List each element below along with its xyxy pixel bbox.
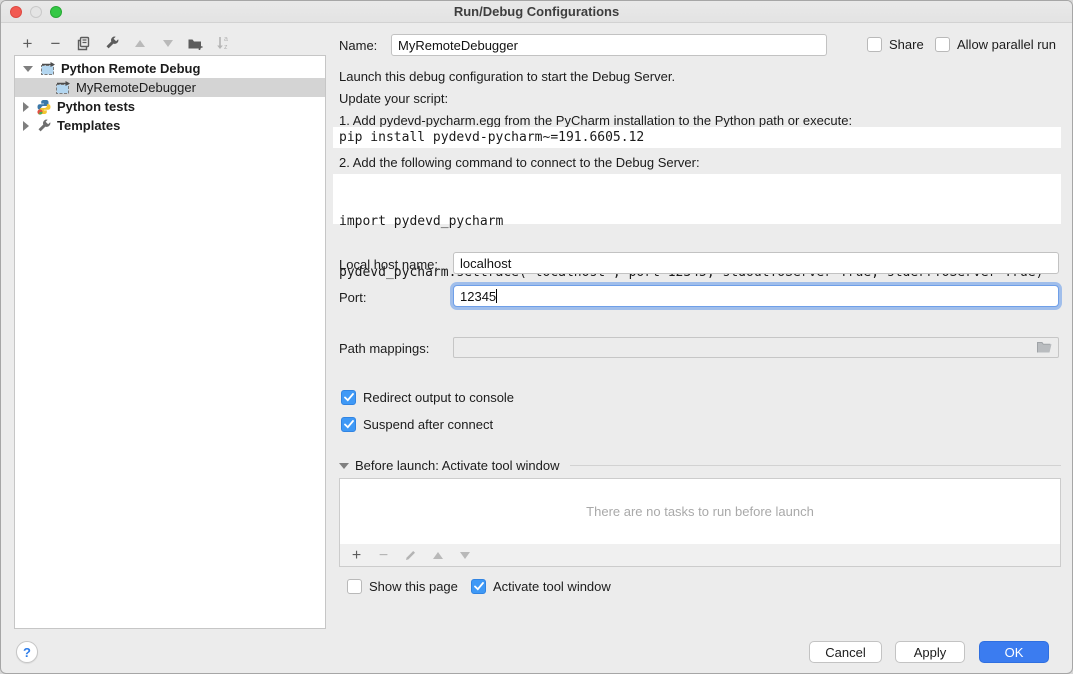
port-label: Port:	[339, 290, 366, 305]
sort-alphabetically-icon[interactable]: az	[215, 35, 232, 52]
suspend-after-connect-label: Suspend after connect	[363, 417, 493, 432]
text-cursor	[496, 289, 497, 303]
create-folder-icon[interactable]	[187, 35, 204, 52]
edit-templates-wrench-icon[interactable]	[103, 35, 120, 52]
show-this-page-label: Show this page	[369, 579, 458, 594]
no-tasks-placeholder: There are no tasks to run before launch	[586, 504, 814, 519]
checkbox-box[interactable]	[935, 37, 950, 52]
python-tests-icon	[36, 99, 52, 115]
zoom-window-button[interactable]	[50, 6, 62, 18]
chevron-collapsed-icon[interactable]	[23, 102, 29, 112]
tree-item-label: Python tests	[57, 99, 135, 114]
settrace-code-block: import pydevd_pycharm pydevd_pycharm.set…	[333, 174, 1061, 224]
instruction-step-1: 1. Add pydevd-pycharm.egg from the PyCha…	[339, 113, 852, 128]
activate-tool-window-checkbox[interactable]: Activate tool window	[471, 579, 611, 594]
run-config-icon	[55, 80, 71, 96]
instruction-line-1: Launch this debug configuration to start…	[339, 69, 675, 84]
instruction-step-2: 2. Add the following command to connect …	[339, 155, 700, 170]
checkbox-box[interactable]	[867, 37, 882, 52]
configurations-toolbar: + − az	[19, 32, 232, 54]
move-task-up-icon[interactable]	[429, 547, 446, 564]
run-debug-configurations-dialog: Run/Debug Configurations + − az Python R…	[0, 0, 1073, 674]
configurations-tree: Python Remote Debug MyRemoteDebugger Pyt…	[14, 55, 326, 629]
wrench-icon	[36, 118, 52, 134]
chevron-expanded-icon[interactable]	[339, 463, 349, 469]
allow-parallel-run-checkbox[interactable]: Allow parallel run	[935, 37, 1056, 52]
checkbox-box[interactable]	[341, 390, 356, 405]
port-input[interactable]	[453, 285, 1059, 307]
checkbox-box[interactable]	[471, 579, 486, 594]
section-divider	[570, 465, 1061, 466]
remove-icon[interactable]: −	[47, 35, 64, 52]
help-button[interactable]: ?	[16, 641, 38, 663]
svg-text:z: z	[224, 44, 228, 51]
redirect-output-label: Redirect output to console	[363, 390, 514, 405]
window-title: Run/Debug Configurations	[454, 4, 619, 19]
allow-parallel-run-label: Allow parallel run	[957, 37, 1056, 52]
add-task-icon[interactable]: +	[348, 547, 365, 564]
path-mappings-label: Path mappings:	[339, 341, 429, 356]
tree-item-templates[interactable]: Templates	[15, 116, 325, 135]
close-window-button[interactable]	[10, 6, 22, 18]
move-down-icon[interactable]	[159, 35, 176, 52]
name-input[interactable]	[391, 34, 827, 56]
tree-item-python-tests[interactable]: Python tests	[15, 97, 325, 116]
chevron-expanded-icon[interactable]	[23, 66, 33, 72]
before-launch-section-header[interactable]: Before launch: Activate tool window	[339, 458, 1061, 473]
local-host-name-input[interactable]	[453, 252, 1059, 274]
title-bar: Run/Debug Configurations	[1, 1, 1072, 23]
activate-tool-window-label: Activate tool window	[493, 579, 611, 594]
chevron-collapsed-icon[interactable]	[23, 121, 29, 131]
move-up-icon[interactable]	[131, 35, 148, 52]
redirect-output-checkbox[interactable]: Redirect output to console	[341, 390, 514, 405]
apply-button[interactable]: Apply	[895, 641, 965, 663]
ok-button[interactable]: OK	[979, 641, 1049, 663]
before-launch-tasks-list[interactable]: There are no tasks to run before launch	[339, 478, 1061, 545]
tree-item-label: MyRemoteDebugger	[76, 80, 196, 95]
minimize-window-button[interactable]	[30, 6, 42, 18]
run-config-icon	[40, 61, 56, 77]
checkbox-box[interactable]	[347, 579, 362, 594]
before-launch-title: Before launch: Activate tool window	[355, 458, 560, 473]
tree-item-label: Templates	[57, 118, 120, 133]
name-label: Name:	[339, 38, 377, 53]
checkbox-box[interactable]	[341, 417, 356, 432]
suspend-after-connect-checkbox[interactable]: Suspend after connect	[341, 417, 493, 432]
share-checkbox[interactable]: Share	[867, 37, 924, 52]
browse-folder-icon[interactable]	[1036, 340, 1053, 357]
show-this-page-checkbox[interactable]: Show this page	[347, 579, 458, 594]
share-label: Share	[889, 37, 924, 52]
tree-item-myremotedebugger[interactable]: MyRemoteDebugger	[15, 78, 325, 97]
cancel-button[interactable]: Cancel	[809, 641, 882, 663]
tree-item-label: Python Remote Debug	[61, 61, 200, 76]
edit-task-pencil-icon[interactable]	[402, 547, 419, 564]
settrace-code-line-1: import pydevd_pycharm	[339, 213, 1061, 230]
instruction-line-2: Update your script:	[339, 91, 448, 106]
before-launch-toolbar: + −	[339, 544, 1061, 567]
svg-text:a: a	[224, 36, 228, 43]
tree-item-python-remote-debug[interactable]: Python Remote Debug	[15, 59, 325, 78]
copy-icon[interactable]	[75, 35, 92, 52]
move-task-down-icon[interactable]	[456, 547, 473, 564]
add-icon[interactable]: +	[19, 35, 36, 52]
local-host-name-label: Local host name:	[339, 257, 438, 272]
pip-install-code: pip install pydevd-pycharm~=191.6605.12	[333, 127, 1061, 148]
remove-task-icon[interactable]: −	[375, 547, 392, 564]
path-mappings-field[interactable]	[453, 337, 1059, 358]
